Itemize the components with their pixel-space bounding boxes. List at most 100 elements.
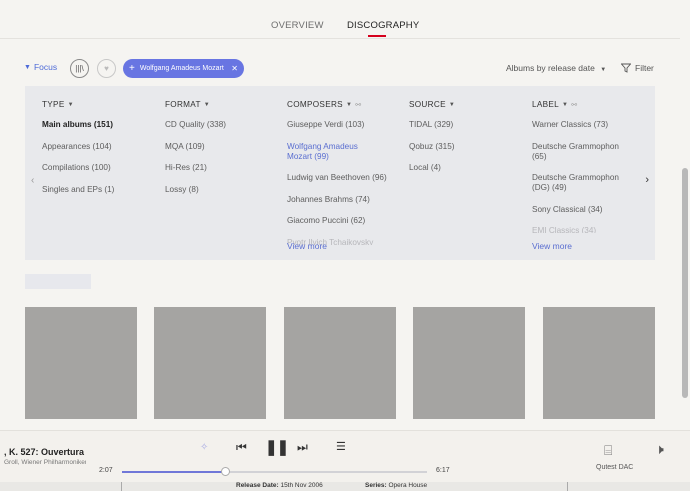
filter-column-composers: COMPOSERS ▼ ⚯ Giuseppe Verdi (103) Wolfg… [287,100,399,256]
filter-item[interactable]: Appearances (104) [42,142,114,152]
album-tile[interactable] [284,307,396,419]
filter-item[interactable]: MQA (109) [165,142,226,152]
filter-item[interactable]: Main albums (151) [42,120,114,130]
release-date: Release Date: 15th Nov 2006 [236,482,323,489]
previous-icon[interactable]: ⏮ [236,440,247,455]
filter-item[interactable]: Local (4) [409,163,455,173]
focus-chip[interactable]: + Wolfgang Amadeus Mozart ✕ [123,59,244,78]
tab-bar: OVERVIEW DISCOGRAPHY [0,0,690,39]
filter-column-type: TYPE ▼ Main albums (151) Appearances (10… [42,100,114,206]
plus-icon: + [129,63,135,74]
filter-item[interactable]: Singles and EPs (1) [42,185,114,195]
album-tile[interactable] [154,307,266,419]
filter-item[interactable]: Giuseppe Verdi (103) [287,120,399,130]
player-bar: , K. 527: Ouvertura Groll, Wiener Philha… [0,430,690,482]
filter-item[interactable]: Hi-Res (21) [165,163,226,173]
filter-item[interactable]: Ludwig van Beethoven (96) [287,173,399,183]
tab-discography[interactable]: DISCOGRAPHY [347,20,419,31]
filter-column-format: FORMAT ▼ CD Quality (338) MQA (109) Hi-R… [165,100,226,206]
filter-item-selected[interactable]: Wolfgang Amadeus Mozart (99) [287,142,379,162]
series: Series: Opera House [365,482,427,489]
column-header-type[interactable]: TYPE ▼ [42,100,114,109]
filter-column-label: LABEL ▼ ⚯ Warner Classics (73) Deutsche … [532,100,632,245]
column-header-label: COMPOSERS [287,100,343,109]
library-filter-button[interactable]: |||\ [70,59,89,78]
elapsed-time: 2:07 [99,467,113,474]
filter-item[interactable]: CD Quality (338) [165,120,226,130]
link-icon[interactable]: ⚯ [355,101,361,109]
filter-panel: ‹ TYPE ▼ Main albums (151) Appearances (… [25,86,655,260]
focus-label: Focus [33,62,58,72]
focus-toggle[interactable]: ▼ Focus [24,62,57,72]
link-icon[interactable]: ⚯ [571,101,577,109]
sort-dropdown[interactable]: Albums by release date ▼ [506,63,606,73]
series-label: Series: [365,482,387,489]
sort-label: Albums by release date [506,63,595,73]
close-icon[interactable]: ✕ [231,64,238,73]
divider [121,482,122,491]
album-tile[interactable] [25,307,137,419]
chevron-right-icon[interactable]: › [645,174,649,186]
filter-label: Filter [635,63,654,73]
composers-view-more-link[interactable]: View more [287,241,327,251]
caret-down-icon: ▼ [345,101,353,108]
filter-item[interactable]: Sony Classical (34) [532,205,632,215]
favorites-filter-button[interactable]: ♥ [97,59,116,78]
column-header-label-filter[interactable]: LABEL ▼ ⚯ [532,100,632,109]
focus-row: ▼ Focus |||\ ♥ + Wolfgang Amadeus Mozart… [24,59,664,79]
filter-button[interactable]: Filter [621,63,654,73]
queue-icon[interactable]: ☰ [336,440,346,453]
filter-item[interactable]: Deutsche Grammophon (65) [532,142,632,162]
filter-icon [621,63,631,73]
chevron-left-icon[interactable]: ‹ [31,175,34,186]
progress-bar[interactable] [122,467,427,476]
progress-fill [122,471,226,473]
audio-device-icon[interactable]: ⌸ [604,442,612,459]
radio-icon[interactable]: ✧ [200,442,208,453]
filter-item[interactable]: Warner Classics (73) [532,120,632,130]
filter-item[interactable]: Giacomo Puccini (62) [287,216,399,226]
scrollbar-thumb[interactable] [682,168,688,398]
filter-item[interactable]: Johannes Brahms (74) [287,195,399,205]
column-header-label: TYPE [42,100,65,109]
chevron-down-icon: ▼ [24,63,31,71]
filter-item[interactable]: Compilations (100) [42,163,114,173]
series-value: Opera House [388,482,428,489]
column-header-label: SOURCE [409,100,446,109]
divider [567,482,568,491]
column-header-label: LABEL [532,100,559,109]
column-header-label: FORMAT [165,100,201,109]
album-tile[interactable] [413,307,525,419]
filter-item[interactable]: Deutsche Grammophon (DG) (49) [532,173,632,193]
track-title[interactable]: , K. 527: Ouvertura [4,447,84,457]
volume-icon[interactable]: 🕨 [655,441,664,458]
loading-placeholder [25,274,91,289]
pause-icon[interactable]: ❚❚ [265,438,289,456]
background-album-info: Release Date: 15th Nov 2006 Series: Oper… [0,482,690,491]
next-icon[interactable]: ⏭ [297,440,308,455]
filter-item[interactable]: Lossy (8) [165,185,226,195]
tabs-divider [0,38,680,39]
filter-item-faded[interactable]: EMI Classics (34) [532,226,632,233]
caret-down-icon: ▼ [600,67,607,73]
album-tile[interactable] [543,307,655,419]
column-header-composers[interactable]: COMPOSERS ▼ ⚯ [287,100,399,109]
filter-item[interactable]: Qobuz (315) [409,142,455,152]
active-tab-indicator [368,35,386,37]
caret-down-icon: ▼ [67,101,74,108]
caret-down-icon: ▼ [448,101,456,108]
track-artist[interactable]: Groll, Wiener Philharmoniker [4,459,86,466]
audio-device-label[interactable]: Qutest DAC [596,464,633,471]
column-header-source[interactable]: SOURCE ▼ [409,100,455,109]
release-date-label: Release Date: [236,482,279,489]
tab-overview[interactable]: OVERVIEW [271,20,324,31]
track-duration: 6:17 [436,467,450,474]
progress-knob[interactable] [221,467,231,476]
library-icon: |||\ [75,64,84,73]
caret-down-icon: ▼ [203,101,211,108]
column-header-format[interactable]: FORMAT ▼ [165,100,226,109]
release-date-value: 15th Nov 2006 [280,482,323,489]
filter-item[interactable]: TIDAL (329) [409,120,455,130]
label-view-more-link[interactable]: View more [532,241,572,251]
focus-chip-label: Wolfgang Amadeus Mozart [139,65,224,72]
